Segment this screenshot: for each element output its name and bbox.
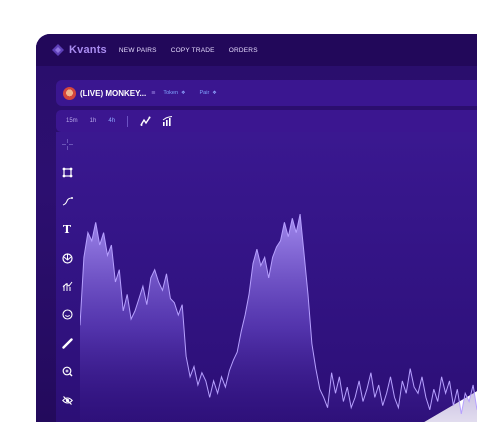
nav-new-pairs[interactable]: NEW PAIRS xyxy=(119,47,157,54)
nav-orders[interactable]: ORDERS xyxy=(229,47,258,54)
token-label: Token xyxy=(163,90,179,96)
pair-chip[interactable]: Pair ❖ xyxy=(200,90,217,96)
interval-15m[interactable]: 15m xyxy=(66,118,78,124)
crosshair-icon[interactable] xyxy=(61,138,74,151)
hide-icon[interactable] xyxy=(61,394,74,407)
text-tool-icon[interactable]: T xyxy=(61,223,74,236)
token-avatar xyxy=(63,86,76,100)
token-title[interactable]: (LIVE) MONKEY... xyxy=(80,89,146,98)
emoji-icon[interactable] xyxy=(61,308,74,321)
text-tool-glyph: T xyxy=(62,223,72,237)
drawing-tools-sidebar: T xyxy=(56,138,78,422)
chart-type-icon[interactable] xyxy=(162,115,173,127)
token-chip[interactable]: Token ❖ xyxy=(163,90,185,96)
list-icon[interactable]: ≡ xyxy=(151,90,155,97)
ruler-icon[interactable] xyxy=(61,337,74,350)
interval-1h[interactable]: 1h xyxy=(90,118,97,124)
price-area-chart[interactable] xyxy=(80,200,477,422)
top-navigation: Kvants NEW PAIRS COPY TRADE ORDERS xyxy=(36,34,477,66)
connect-icon[interactable] xyxy=(61,166,74,179)
token-header: (LIVE) MONKEY... ≡ Token ❖ Pair ❖ xyxy=(56,80,477,106)
zoom-icon[interactable] xyxy=(61,365,74,378)
nav-copy-trade[interactable]: COPY TRADE xyxy=(171,47,215,54)
logo-text[interactable]: Kvants xyxy=(69,44,107,56)
interval-4h[interactable]: 4h xyxy=(108,118,115,124)
trendline-icon[interactable] xyxy=(61,195,74,208)
pair-label: Pair xyxy=(199,90,210,96)
toolbar-divider xyxy=(127,115,129,127)
pattern-icon[interactable] xyxy=(61,252,74,265)
price-area-fill xyxy=(80,214,477,422)
logo-icon xyxy=(52,44,64,56)
interval-toolbar: 15m 1h 4h xyxy=(56,110,477,132)
copy-icon[interactable]: ❖ xyxy=(181,90,185,96)
indicators-icon[interactable] xyxy=(140,116,151,127)
copy-icon[interactable]: ❖ xyxy=(212,90,216,96)
measure-icon[interactable] xyxy=(61,280,74,293)
